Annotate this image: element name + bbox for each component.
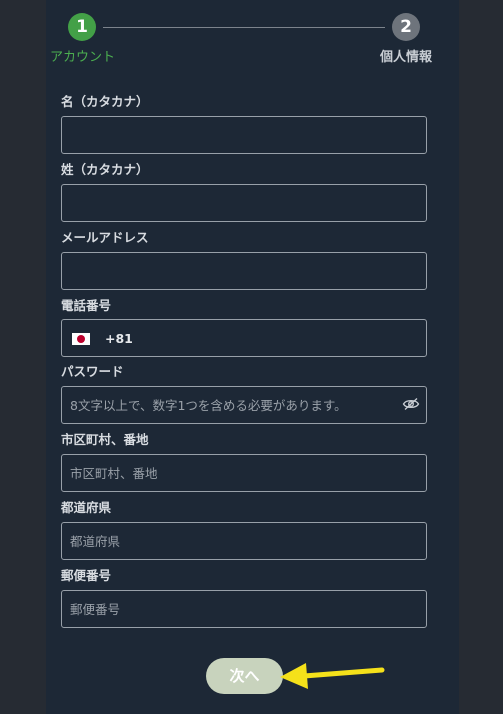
prefecture-label: 都道府県 (61, 500, 112, 515)
city-input[interactable] (61, 454, 427, 492)
annotation-arrow-icon (280, 663, 385, 689)
city-label: 市区町村、番地 (61, 432, 149, 447)
phone-dial-code: +81 (105, 331, 133, 346)
postal-code-input[interactable] (61, 590, 427, 628)
last-name-kana-label: 姓（カタカナ） (61, 162, 149, 177)
page: 1 2 アカウント 個人情報 名（カタカナ） 姓（カタカナ） メールアドレス 電… (0, 0, 503, 714)
step-1-indicator: 1 (68, 13, 96, 41)
next-button[interactable]: 次へ (206, 658, 283, 694)
japan-flag-icon[interactable] (72, 333, 90, 345)
first-name-kana-input[interactable] (61, 116, 427, 154)
email-label: メールアドレス (61, 230, 149, 245)
prefecture-input[interactable] (61, 522, 427, 560)
phone-field[interactable]: +81 (61, 319, 427, 357)
step-2-indicator: 2 (392, 13, 420, 41)
step-1-label: アカウント (50, 50, 116, 65)
password-label: パスワード (61, 364, 124, 379)
eye-slash-icon[interactable] (402, 397, 420, 411)
email-input[interactable] (61, 252, 427, 290)
flag-sun (77, 335, 85, 343)
last-name-kana-input[interactable] (61, 184, 427, 222)
phone-label: 電話番号 (61, 298, 112, 313)
first-name-kana-label: 名（カタカナ） (61, 94, 149, 109)
step-2-label: 個人情報 (380, 50, 433, 65)
stepper-connector (103, 27, 385, 28)
postal-code-label: 郵便番号 (61, 568, 112, 583)
password-input[interactable] (61, 386, 427, 424)
